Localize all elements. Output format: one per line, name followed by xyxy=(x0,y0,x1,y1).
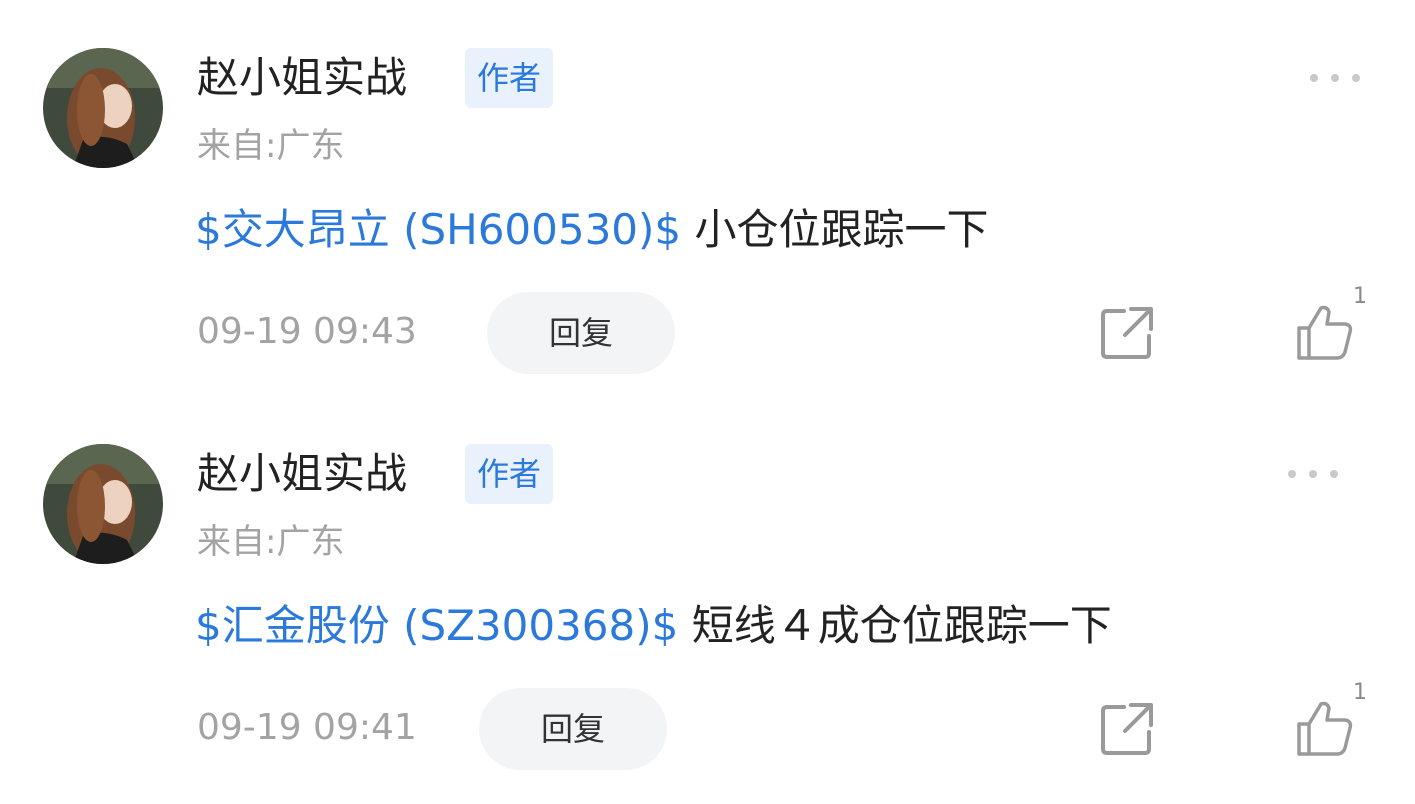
share-icon[interactable] xyxy=(1098,304,1156,362)
post-time: 09-19 09:41 xyxy=(197,707,417,748)
reply-button[interactable]: 回复 xyxy=(479,688,667,770)
more-dots-icon[interactable] xyxy=(1310,68,1360,88)
author-name[interactable]: 赵小姐实战 xyxy=(197,48,407,108)
like-count: 1 xyxy=(1353,680,1367,705)
stock-tag-link[interactable]: $交大昂立 (SH600530)$ xyxy=(195,205,681,254)
post-content: $交大昂立 (SH600530)$ 小仓位跟踪一下 xyxy=(195,198,989,262)
author-name[interactable]: 赵小姐实战 xyxy=(197,444,407,504)
author-badge: 作者 xyxy=(465,48,554,108)
avatar[interactable] xyxy=(43,48,163,168)
comment-item: 赵小姐实战 作者 来自:广东 $汇金股份 (SZ300368)$ 短线４成仓位跟… xyxy=(0,396,1415,792)
post-text: 小仓位跟踪一下 xyxy=(681,205,989,254)
post-text: 短线４成仓位跟踪一下 xyxy=(678,601,1112,650)
like-button[interactable]: 1 xyxy=(1295,680,1375,760)
reply-button[interactable]: 回复 xyxy=(487,292,675,374)
thumbs-up-icon xyxy=(1297,305,1353,360)
more-dots-icon[interactable] xyxy=(1288,464,1338,484)
comment-item: 赵小姐实战 作者 来自:广东 $交大昂立 (SH600530)$ 小仓位跟踪一下… xyxy=(0,0,1415,396)
avatar-portrait-icon xyxy=(43,48,163,168)
thumbs-up-icon xyxy=(1297,701,1353,756)
like-count: 1 xyxy=(1353,284,1367,309)
avatar-portrait-icon xyxy=(43,444,163,564)
location-label: 来自:广东 xyxy=(197,522,345,562)
avatar[interactable] xyxy=(43,444,163,564)
stock-tag-link[interactable]: $汇金股份 (SZ300368)$ xyxy=(195,601,678,650)
post-content: $汇金股份 (SZ300368)$ 短线４成仓位跟踪一下 xyxy=(195,594,1112,658)
share-icon[interactable] xyxy=(1098,700,1156,758)
author-badge: 作者 xyxy=(465,444,554,504)
post-time: 09-19 09:43 xyxy=(197,311,417,352)
like-button[interactable]: 1 xyxy=(1295,284,1375,364)
location-label: 来自:广东 xyxy=(197,126,345,166)
